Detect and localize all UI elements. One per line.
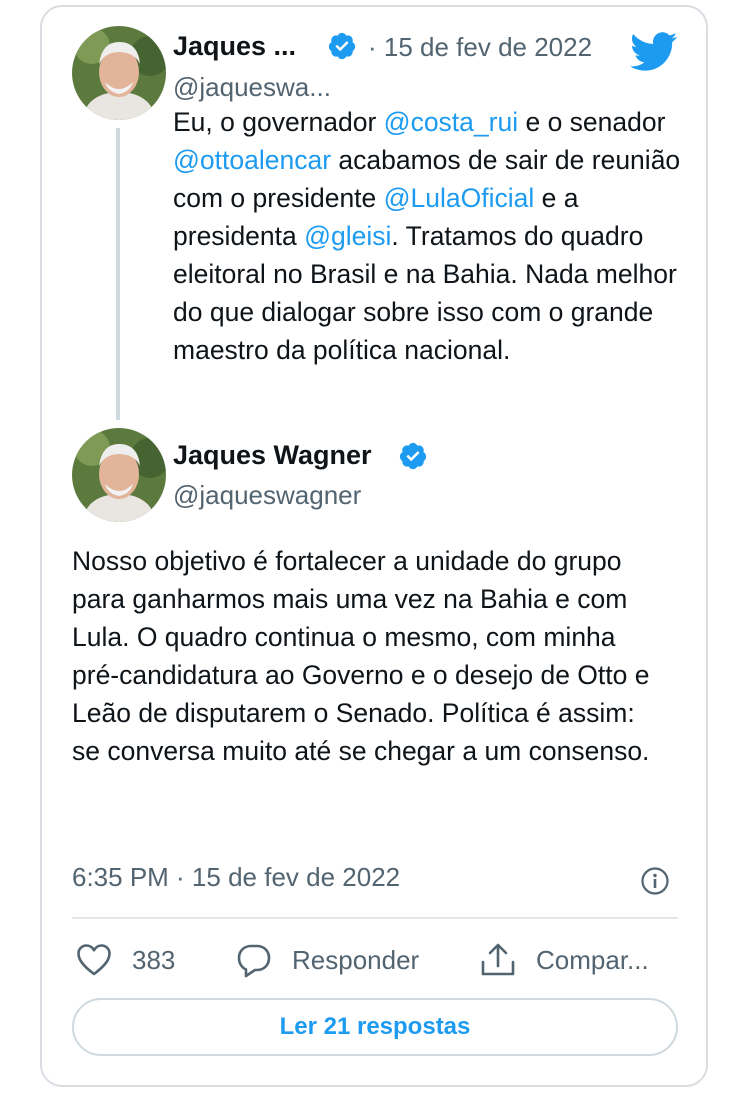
like-button[interactable]: 383	[76, 938, 175, 982]
share-label: Compar...	[536, 944, 649, 975]
read-replies-label: Ler 21 respostas	[279, 1013, 471, 1040]
tweet-text: Nosso objetivo é fortalecer a unidade do…	[72, 546, 650, 766]
share-icon	[481, 943, 515, 976]
thread-connector-line	[116, 128, 120, 420]
text-segment: Eu, o governador	[173, 107, 384, 137]
reply-button[interactable]: Responder	[236, 938, 419, 982]
text-segment: e o senador	[518, 107, 666, 137]
quoted-author-handle[interactable]: @jaqueswa...	[173, 72, 331, 103]
author-handle[interactable]: @jaqueswagner	[173, 480, 361, 511]
heart-icon	[77, 944, 111, 976]
verified-badge-icon	[327, 31, 357, 66]
info-icon[interactable]	[640, 866, 670, 901]
divider	[72, 917, 678, 919]
reply-label: Responder	[292, 944, 420, 975]
share-button[interactable]: Compar...	[480, 938, 649, 982]
author-name[interactable]: Jaques Wagner	[173, 440, 372, 471]
avatar[interactable]	[72, 428, 166, 522]
speech-bubble-icon	[237, 944, 271, 978]
mention-link[interactable]: @ottoalencar	[173, 145, 331, 175]
twitter-bird-icon[interactable]	[630, 32, 678, 77]
read-replies-button[interactable]: Ler 21 respostas	[72, 998, 678, 1056]
mention-link[interactable]: @costa_rui	[384, 107, 518, 137]
quoted-tweet-text: Eu, o governador @costa_rui e o senador …	[173, 103, 683, 369]
avatar[interactable]	[72, 26, 166, 120]
quoted-author-name[interactable]: Jaques ...	[173, 31, 296, 62]
tweet-timestamp[interactable]: 6:35 PM · 15 de fev de 2022	[72, 862, 400, 893]
like-count: 383	[132, 944, 176, 975]
mention-link[interactable]: @LulaOficial	[384, 183, 535, 213]
quoted-tweet-date[interactable]: · 15 de fev de 2022	[368, 32, 592, 63]
verified-badge-icon	[398, 441, 428, 476]
mention-link[interactable]: @gleisi	[304, 221, 391, 251]
